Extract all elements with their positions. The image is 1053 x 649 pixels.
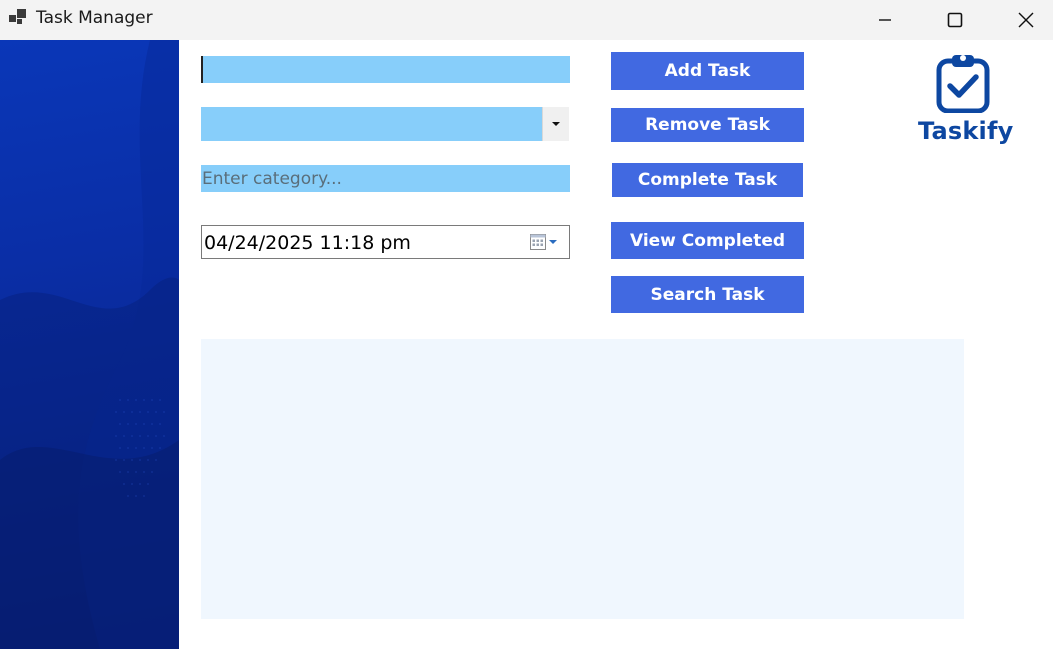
remove-task-button[interactable]: Remove Task — [611, 108, 804, 142]
task-list[interactable] — [201, 339, 964, 619]
search-task-button[interactable]: Search Task — [611, 276, 804, 313]
title-bar[interactable]: Task Manager — [0, 0, 1053, 40]
calendar-icon[interactable] — [529, 232, 559, 252]
minimize-icon — [879, 19, 891, 21]
category-input[interactable] — [201, 165, 570, 192]
close-button[interactable] — [1003, 0, 1049, 40]
add-task-button[interactable]: Add Task — [611, 52, 804, 90]
priority-dropdown[interactable] — [201, 107, 569, 141]
maximize-button[interactable] — [932, 0, 978, 40]
due-date-picker[interactable]: 04/24/2025 11:18 pm — [201, 225, 570, 259]
app-icon — [9, 9, 26, 24]
wave-pattern — [0, 40, 179, 649]
maximize-icon — [947, 12, 963, 28]
minimize-button[interactable] — [862, 0, 908, 40]
sidebar-decoration — [0, 40, 179, 649]
task-name-input[interactable] — [201, 56, 570, 83]
close-icon — [1018, 12, 1034, 28]
view-completed-button[interactable]: View Completed — [611, 222, 804, 259]
clipboard-check-icon — [936, 55, 990, 113]
window-title: Task Manager — [36, 8, 153, 28]
due-date-value: 04/24/2025 11:18 pm — [204, 232, 411, 254]
dropdown-arrow-button[interactable] — [542, 107, 569, 141]
task-manager-window: Task Manager Enter category... 04/24/202… — [0, 0, 1053, 649]
chevron-down-icon — [552, 121, 560, 126]
complete-task-button[interactable]: Complete Task — [612, 163, 803, 197]
brand-logo-text: Taskify — [918, 117, 1014, 145]
